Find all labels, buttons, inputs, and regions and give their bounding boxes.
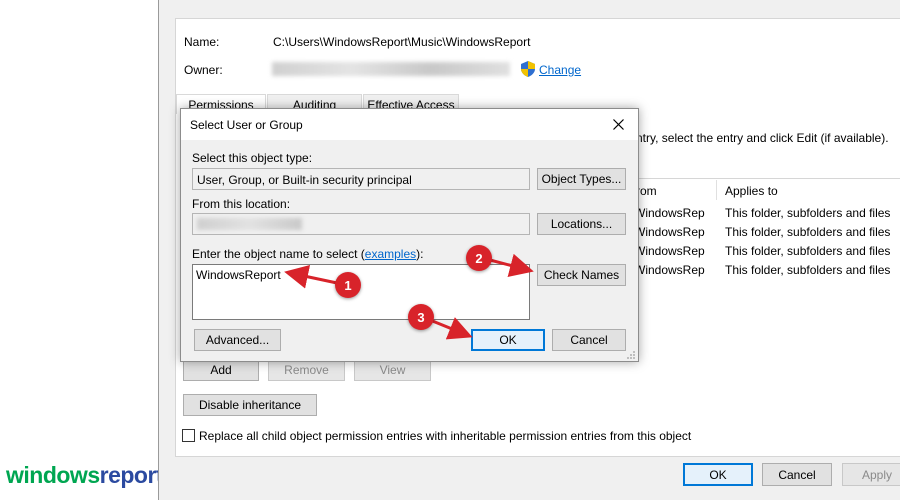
arrow-2: [489, 253, 534, 278]
annotation-arrows: [284, 253, 534, 340]
arrow-3: [429, 317, 473, 340]
annotation-marker-1: 1: [335, 272, 361, 298]
annotation-marker-2: 2: [466, 245, 492, 271]
arrow-1: [284, 265, 338, 289]
annotation-marker-3: 3: [408, 304, 434, 330]
